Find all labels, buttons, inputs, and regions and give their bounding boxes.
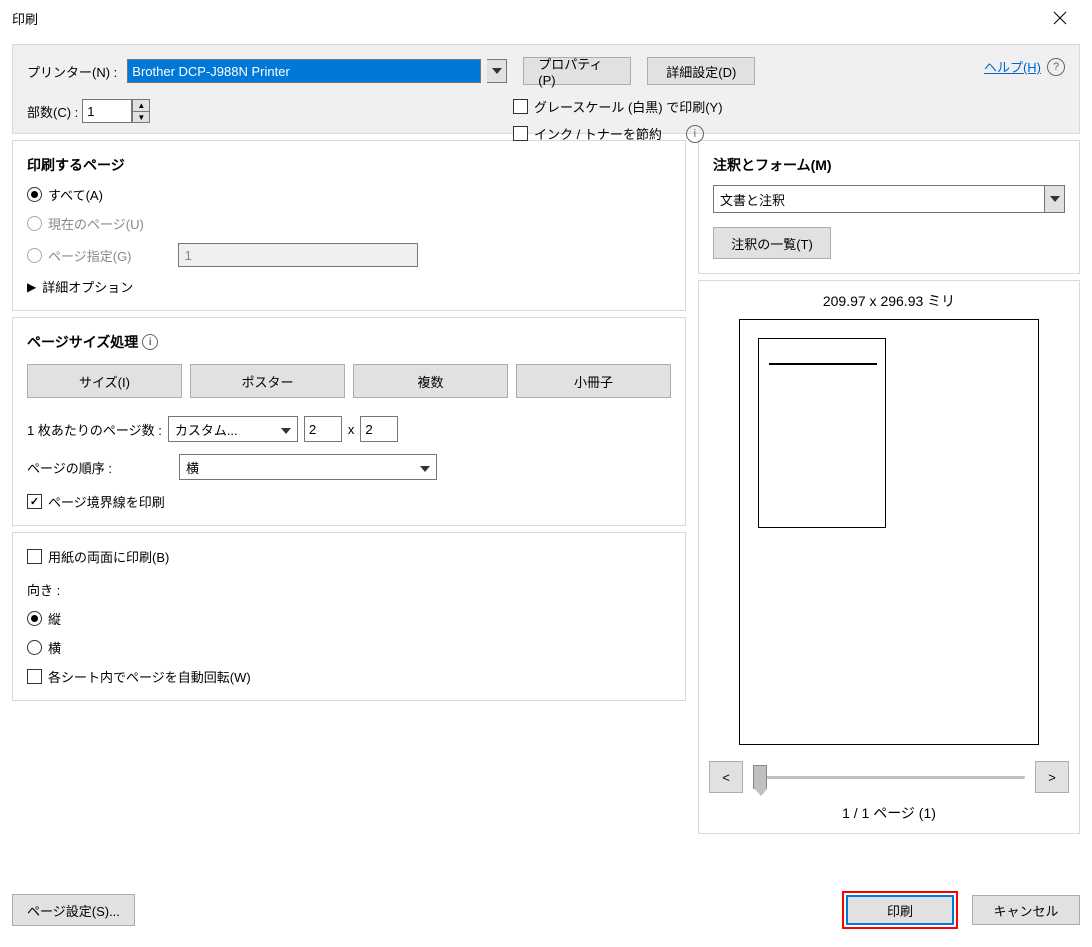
cancel-button[interactable]: キャンセル <box>972 895 1080 925</box>
pages-per-sheet-select[interactable]: カスタム... <box>168 416 298 442</box>
pps-height-input[interactable] <box>360 416 398 442</box>
tab-size[interactable]: サイズ(I) <box>27 364 182 398</box>
titlebar: 印刷 <box>0 0 1092 36</box>
copies-up-button[interactable]: ▲ <box>132 99 150 111</box>
preview-group: 209.97 x 296.93 ミリ < > 1 / 1 ページ (1) <box>698 280 1080 834</box>
pps-width-input[interactable] <box>304 416 342 442</box>
annotations-group: 注釈とフォーム(M) 文書と注釈 注釈の一覧(T) <box>698 140 1080 274</box>
print-borders-checkbox[interactable] <box>27 494 42 509</box>
grayscale-checkbox[interactable] <box>513 99 528 114</box>
printer-settings-section: プリンター(N) : Brother DCP-J988N Printer プロパ… <box>12 44 1080 134</box>
print-borders-label: ページ境界線を印刷 <box>48 492 165 511</box>
pages-to-print-group: 印刷するページ すべて(A) 現在のページ(U) ページ指定(G) ▶ 詳細オプ… <box>12 140 686 311</box>
close-icon <box>1053 11 1067 25</box>
autorotate-label: 各シート内でページを自動回転(W) <box>48 667 251 686</box>
page-preview <box>739 319 1039 745</box>
all-pages-radio[interactable] <box>27 187 42 202</box>
grayscale-label: グレースケール (白黒) で印刷(Y) <box>534 97 723 116</box>
copies-input[interactable] <box>82 99 132 123</box>
prev-page-button[interactable]: < <box>709 761 743 793</box>
triangle-right-icon: ▶ <box>27 280 36 294</box>
save-ink-checkbox[interactable] <box>513 126 528 141</box>
orientation-group: 用紙の両面に印刷(B) 向き : 縦 横 各シート内でページを自動回転(W) <box>12 532 686 701</box>
printer-dropdown-arrow[interactable] <box>487 59 507 83</box>
close-button[interactable] <box>1040 3 1080 33</box>
page-sizing-group: ページサイズ処理 i サイズ(I) ポスター 複数 小冊子 1 枚あたりのページ… <box>12 317 686 526</box>
landscape-label: 横 <box>48 638 61 657</box>
annotations-select[interactable]: 文書と注釈 <box>713 185 1045 213</box>
help-link[interactable]: ヘルプ(H) <box>984 57 1041 76</box>
orientation-title: 向き : <box>27 580 671 599</box>
preview-dimensions: 209.97 x 296.93 ミリ <box>823 291 955 311</box>
tab-multiple[interactable]: 複数 <box>353 364 508 398</box>
printer-label: プリンター(N) : <box>27 62 117 81</box>
annotations-dropdown-arrow[interactable] <box>1045 185 1065 213</box>
save-ink-info-icon[interactable]: i <box>686 125 704 143</box>
page-order-label: ページの順序 : <box>27 458 173 477</box>
sizing-title: ページサイズ処理 i <box>27 332 671 352</box>
tab-booklet[interactable]: 小冊子 <box>516 364 671 398</box>
annotation-list-button[interactable]: 注釈の一覧(T) <box>713 227 831 259</box>
page-counter: 1 / 1 ページ (1) <box>842 803 936 823</box>
page-order-select[interactable]: 横 <box>179 454 437 480</box>
print-button-highlight: 印刷 <box>842 891 958 929</box>
chevron-down-icon <box>492 68 502 74</box>
slider-thumb[interactable] <box>753 765 767 789</box>
tab-poster[interactable]: ポスター <box>190 364 345 398</box>
pages-per-sheet-label: 1 枚あたりのページ数 : <box>27 420 162 439</box>
pages-title: 印刷するページ <box>27 155 671 175</box>
duplex-checkbox[interactable] <box>27 549 42 564</box>
properties-button[interactable]: プロパティ(P) <box>523 57 631 85</box>
help-info-icon[interactable]: ? <box>1047 58 1065 76</box>
page-range-radio[interactable] <box>27 248 42 263</box>
advanced-settings-button[interactable]: 詳細設定(D) <box>647 57 755 85</box>
chevron-down-icon <box>281 422 291 437</box>
chevron-down-icon <box>420 460 430 475</box>
zoom-slider[interactable] <box>753 761 1025 793</box>
save-ink-label: インク / トナーを節約 <box>534 124 662 143</box>
footer-bar: ページ設定(S)... 印刷 キャンセル <box>12 891 1080 929</box>
page-range-label: ページ指定(G) <box>48 246 132 265</box>
page-range-input[interactable] <box>178 243 418 267</box>
all-pages-label: すべて(A) <box>48 185 103 204</box>
preview-text-line <box>769 363 877 365</box>
more-options-toggle[interactable]: ▶ 詳細オプション <box>27 277 671 296</box>
autorotate-checkbox[interactable] <box>27 669 42 684</box>
duplex-label: 用紙の両面に印刷(B) <box>48 547 169 566</box>
preview-inner-page <box>758 338 886 528</box>
annotations-title: 注釈とフォーム(M) <box>713 155 1065 175</box>
copies-down-button[interactable]: ▼ <box>132 111 150 123</box>
current-page-label: 現在のページ(U) <box>48 214 144 233</box>
portrait-radio[interactable] <box>27 611 42 626</box>
portrait-label: 縦 <box>48 609 61 628</box>
print-button[interactable]: 印刷 <box>846 895 954 925</box>
current-page-radio[interactable] <box>27 216 42 231</box>
pps-x-label: x <box>348 422 355 437</box>
window-title: 印刷 <box>12 9 38 28</box>
next-page-button[interactable]: > <box>1035 761 1069 793</box>
page-setup-button[interactable]: ページ設定(S)... <box>12 894 135 926</box>
landscape-radio[interactable] <box>27 640 42 655</box>
chevron-down-icon <box>1050 196 1060 202</box>
printer-select[interactable]: Brother DCP-J988N Printer <box>127 59 481 83</box>
sizing-info-icon[interactable]: i <box>142 334 158 350</box>
copies-label: 部数(C) : <box>27 102 78 121</box>
